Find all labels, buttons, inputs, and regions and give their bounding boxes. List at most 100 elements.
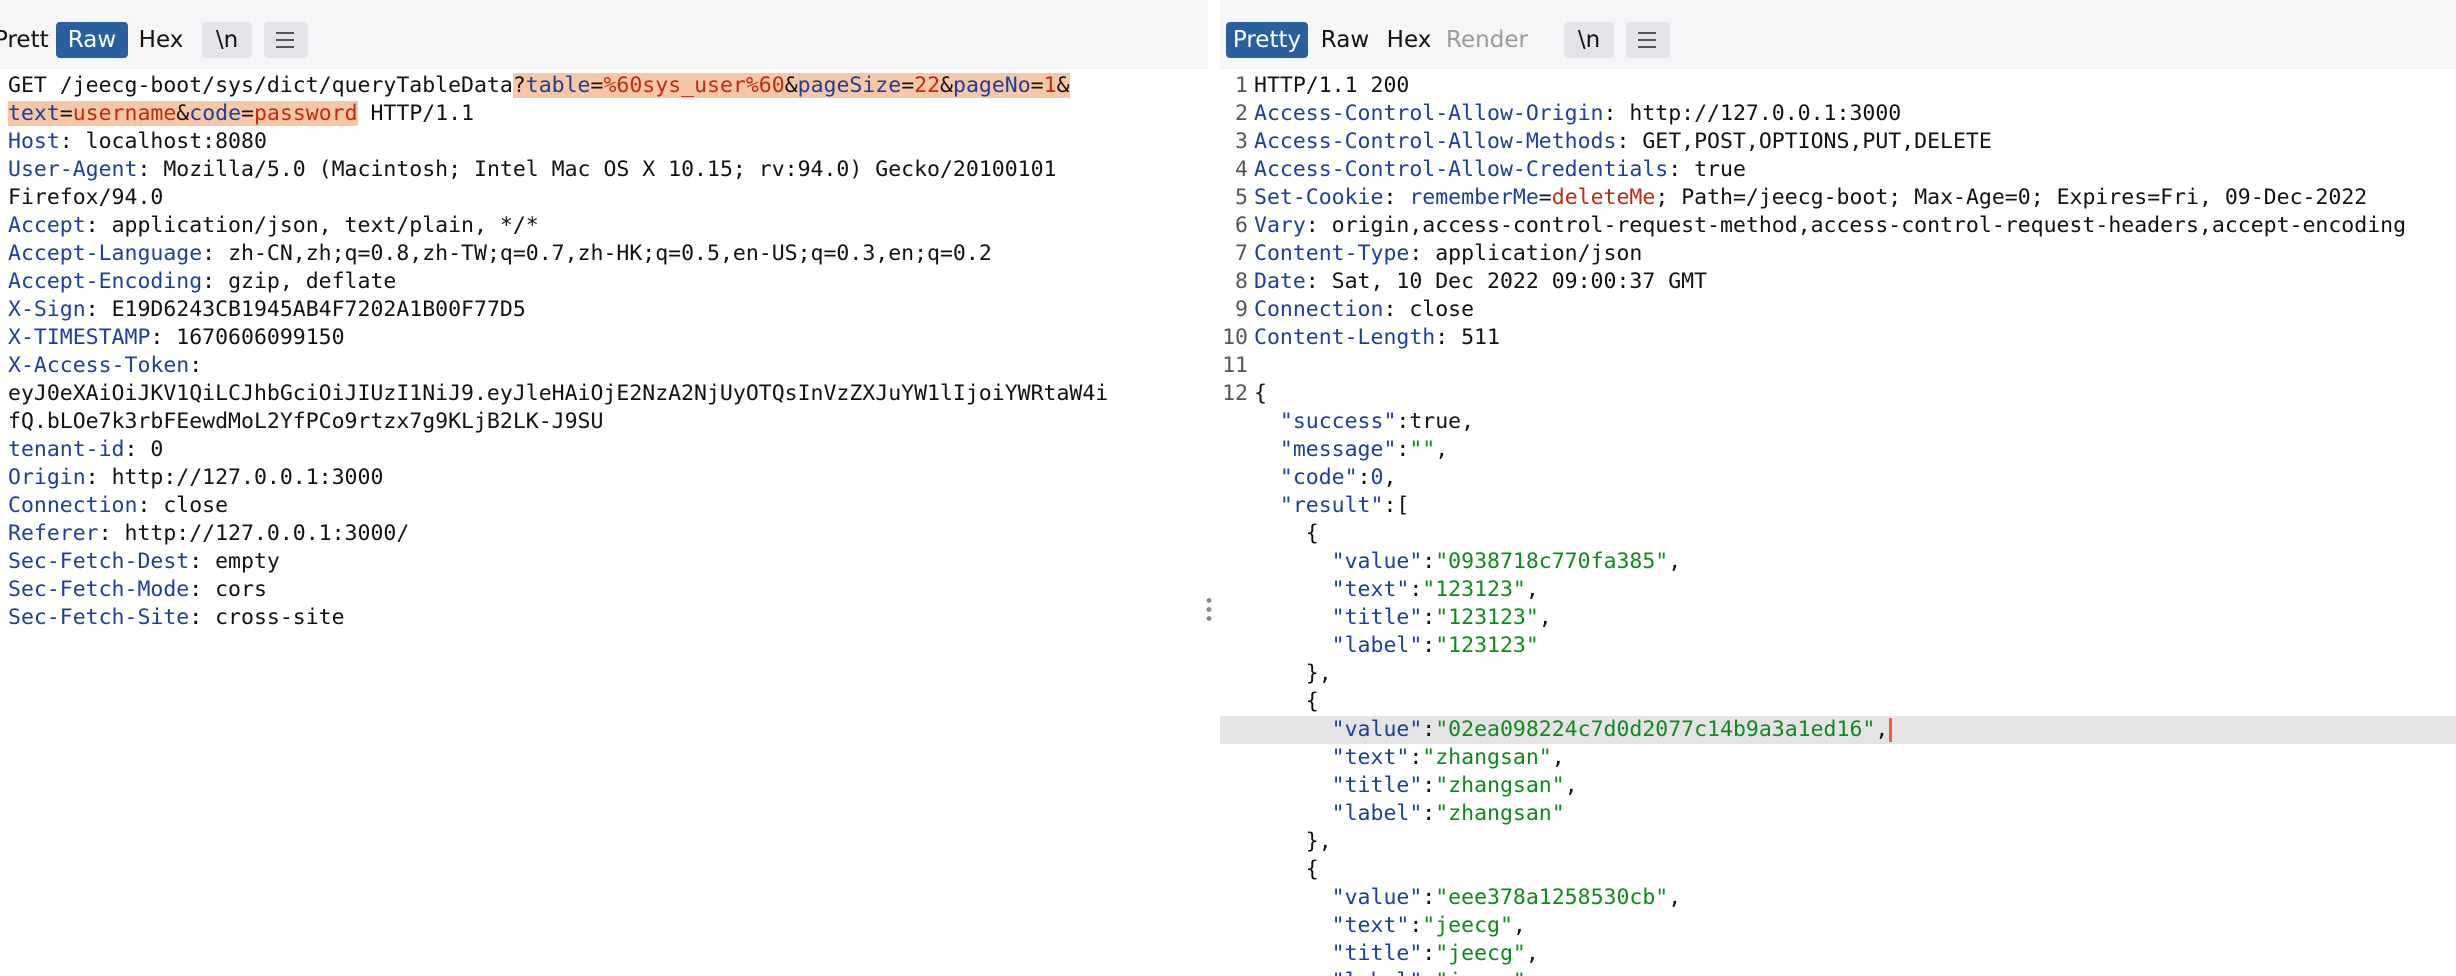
line-number: 8	[1235, 269, 1248, 294]
json-key: "title"	[1331, 773, 1423, 798]
request-editor[interactable]: GET /jeecg-boot/sys/dict/queryTableData?…	[0, 72, 1208, 976]
tab-render[interactable]: Render	[1442, 22, 1532, 58]
response-header: 6 Vary: origin,access-control-request-met…	[1220, 212, 2456, 240]
json-key: "text"	[1331, 745, 1410, 770]
header-name: Connection	[1254, 297, 1384, 322]
json-key: "title"	[1331, 941, 1423, 966]
tab-hex[interactable]: Hex	[1380, 22, 1438, 58]
json-key: "text"	[1331, 913, 1410, 938]
query-param-key: pageSize	[797, 73, 902, 98]
query-param: &pageNo=1	[940, 73, 1057, 98]
line-number: 1	[1235, 73, 1248, 98]
request-header: Accept-Language: zh-CN,zh;q=0.8,zh-TW;q=…	[8, 241, 992, 266]
newline-toggle-button[interactable]: \n	[1564, 22, 1614, 58]
header-name: X-Sign	[8, 297, 86, 322]
tab-pretty[interactable]: Pretty	[1226, 22, 1308, 58]
query-param: &code=password	[176, 101, 358, 126]
status-line-text: HTTP/1.1 200	[1254, 73, 1410, 98]
request-header: Connection: close	[8, 493, 229, 518]
request-header-continued: Firefox/94.0	[0, 184, 1208, 212]
tab-raw[interactable]: Raw	[1312, 22, 1378, 58]
json-value: ""	[1409, 437, 1436, 462]
json-key: "label"	[1332, 969, 1423, 976]
header-name: Referer	[8, 521, 99, 546]
cookie-value: deleteMe	[1551, 185, 1656, 210]
json-line: {	[1254, 857, 1319, 882]
json-key: "value"	[1331, 885, 1423, 910]
header-name: Accept-Language	[8, 241, 203, 266]
line-number: 7	[1235, 241, 1248, 266]
query-param-value: password	[253, 101, 358, 126]
json-line: "title":"zhangsan",	[1331, 773, 1578, 798]
json-line: "success":true,	[1279, 409, 1475, 434]
json-line: "text":"zhangsan",	[1331, 745, 1565, 770]
menu-button[interactable]	[264, 22, 308, 58]
request-header: X-Access-Token:	[8, 353, 216, 378]
pane-resize-handle[interactable]	[1206, 596, 1212, 624]
header-value: http://127.0.0.1:3000	[1629, 101, 1902, 126]
header-name: Vary	[1254, 213, 1306, 238]
json-key: "label"	[1331, 633, 1423, 658]
header-value: gzip, deflate	[228, 269, 397, 294]
text-cursor	[1889, 718, 1893, 742]
response-editor[interactable]: 1 HTTP/1.1 200 2 Access-Control-Allow-Origi…	[1220, 72, 2456, 976]
request-header: User-Agent: Mozilla/5.0 (Macintosh; Inte…	[8, 157, 1057, 182]
response-toolbar: Pretty Raw Hex Render \n	[1220, 0, 2456, 69]
json-value: "0938718c770fa385"	[1435, 549, 1669, 574]
json-value: "123123"	[1435, 633, 1539, 658]
json-value: "jeecg"	[1435, 969, 1526, 976]
header-value: application/json	[1435, 241, 1643, 266]
line-number: 2	[1235, 101, 1248, 126]
header-value: 1670606099150	[176, 325, 345, 350]
response-header: 9 Connection: close	[1220, 296, 2456, 324]
header-value: origin,access-control-request-method,acc…	[1331, 213, 2407, 238]
json-line: "label":"123123"	[1331, 633, 1539, 658]
query-param-value: username	[72, 101, 177, 126]
header-value: true	[1694, 157, 1746, 182]
header-name: Connection	[8, 493, 138, 518]
request-header: Referer: http://127.0.0.1:3000/	[8, 521, 410, 546]
query-param-value: %60sys_user%60	[603, 73, 785, 98]
header-name: Content-Length	[1254, 325, 1436, 350]
header-value: close	[1409, 297, 1475, 322]
json-value: true	[1409, 409, 1462, 434]
json-value: "zhangsan"	[1422, 745, 1552, 770]
json-key: "value"	[1331, 717, 1423, 742]
json-line: "result":[	[1279, 493, 1410, 518]
json-value: "jeecg"	[1422, 913, 1513, 938]
tab-pretty[interactable]: Pretty	[0, 22, 50, 58]
tab-raw[interactable]: Raw	[56, 22, 128, 58]
json-value: "02ea098224c7d0d2077c14b9a3a1ed16"	[1435, 717, 1876, 742]
menu-button[interactable]	[1626, 22, 1670, 58]
json-line: "title":"jeecg",	[1331, 941, 1539, 966]
access-token-line: eyJ0eXAiOiJKV1QiLCJhbGciOiJIUzI1NiJ9.eyJ…	[0, 380, 1208, 408]
json-line: "value":"eee378a1258530cb",	[1331, 885, 1682, 910]
json-value: "123123"	[1435, 605, 1539, 630]
query-param-key: text	[8, 101, 60, 126]
header-name: Content-Type	[1254, 241, 1410, 266]
header-name: tenant-id	[8, 437, 125, 462]
header-name: Sec-Fetch-Mode	[8, 577, 190, 602]
request-header: Sec-Fetch-Site: cross-site	[8, 605, 345, 630]
json-value: "zhangsan"	[1435, 801, 1565, 826]
newline-toggle-button[interactable]: \n	[202, 22, 252, 58]
access-token: fQ.bLOe7k3rbFEewdMoL2YfPCo9rtzx7g9KLjB2L…	[8, 409, 604, 434]
query-param: text=username	[8, 101, 177, 126]
blank-line: 11	[1220, 352, 2456, 380]
json-key: "value"	[1331, 549, 1423, 574]
tab-hex[interactable]: Hex	[132, 22, 190, 58]
header-name: X-Access-Token	[8, 353, 190, 378]
header-name: Set-Cookie	[1254, 185, 1384, 210]
header-value: Sat, 10 Dec 2022 09:00:37 GMT	[1331, 269, 1708, 294]
query-param: ?table=%60sys_user%60	[512, 73, 785, 98]
json-key: "label"	[1331, 801, 1423, 826]
header-value: http://127.0.0.1:3000/	[124, 521, 410, 546]
request-method-path: GET /jeecg-boot/sys/dict/queryTableData	[8, 73, 513, 98]
header-value-continued: Firefox/94.0	[8, 185, 164, 210]
header-value: empty	[215, 549, 280, 574]
json-value: 0	[1370, 465, 1384, 490]
header-name: Sec-Fetch-Site	[8, 605, 190, 630]
header-name: Sec-Fetch-Dest	[8, 549, 190, 574]
json-line: "text":"123123",	[1331, 577, 1539, 602]
request-line-continued: text=username&code=password HTTP/1.1	[0, 100, 1208, 128]
